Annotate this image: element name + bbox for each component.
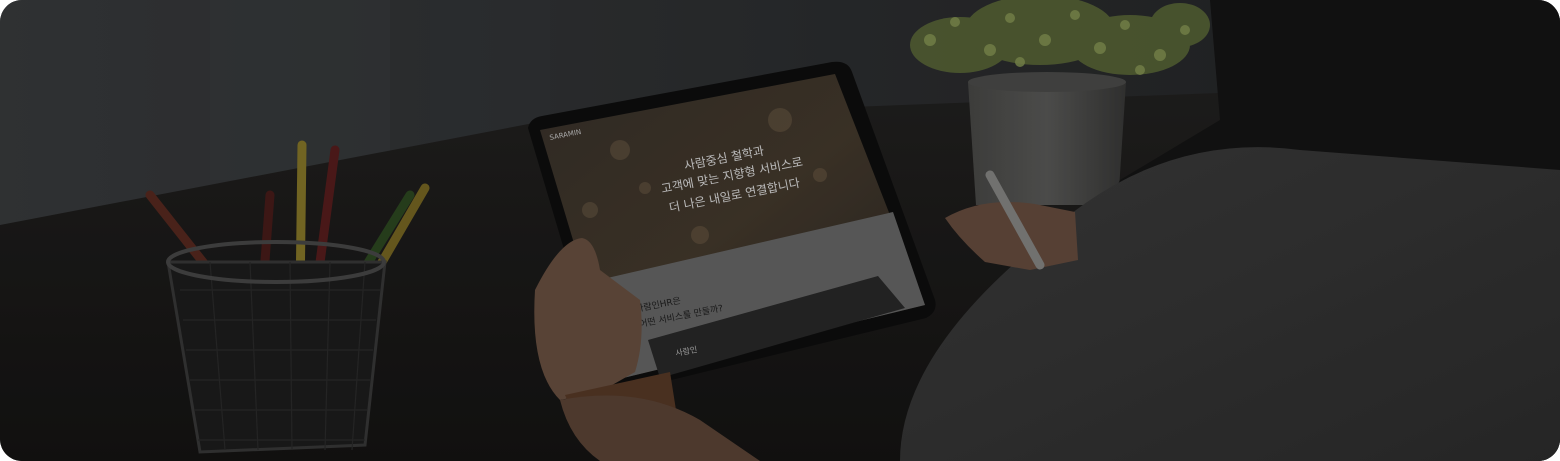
photo-scene: SARAMIN 사람중심 철학과 고객에 맞는 지향형 서비스로 더 나은 내일… (0, 0, 1560, 461)
window-pane (430, 0, 550, 140)
hero-banner: SARAMIN 사람중심 철학과 고객에 맞는 지향형 서비스로 더 나은 내일… (0, 0, 1560, 461)
